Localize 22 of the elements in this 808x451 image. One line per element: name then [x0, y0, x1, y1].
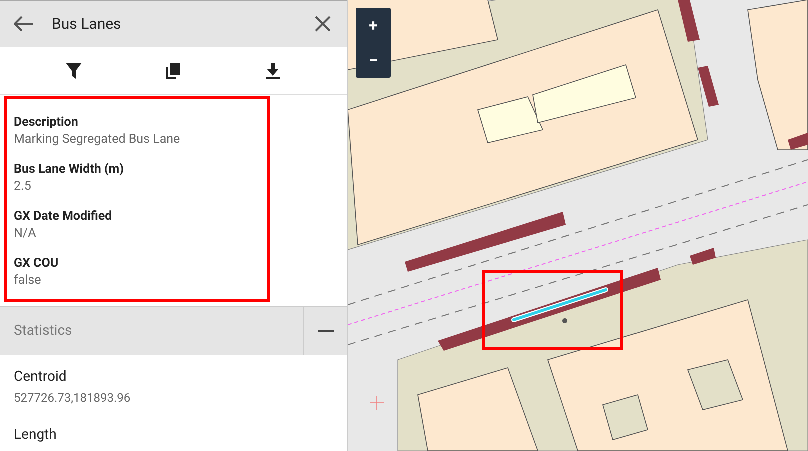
attribute-value: Marking Segregated Bus Lane — [14, 131, 182, 148]
attribute-label: GX COU — [14, 255, 60, 272]
zoom-out-button[interactable]: − — [356, 43, 391, 78]
minus-icon — [318, 330, 334, 332]
attribute-label: Description — [14, 114, 80, 131]
filter-icon — [66, 62, 82, 78]
copy-icon — [166, 62, 180, 78]
statistic-value: 527726.73,181893.96 — [14, 390, 132, 406]
attribute-value: false — [14, 272, 42, 289]
back-arrow-icon — [14, 16, 34, 32]
attribute-label: Bus Lane Width (m) — [14, 161, 126, 178]
attribute-value: N/A — [14, 225, 38, 242]
close-icon — [315, 16, 331, 32]
attribute-value: 2.5 — [14, 178, 32, 195]
statistic-label: Centroid — [14, 368, 68, 386]
statistic-label: Length — [14, 426, 58, 444]
panel-title: Bus Lanes — [52, 14, 122, 35]
attribute-label: GX Date Modified — [14, 208, 114, 225]
zoom-in-button[interactable]: + — [356, 8, 391, 43]
map-view[interactable]: + − — [348, 0, 808, 451]
download-icon — [266, 62, 280, 78]
section-title: Statistics — [13, 322, 74, 340]
